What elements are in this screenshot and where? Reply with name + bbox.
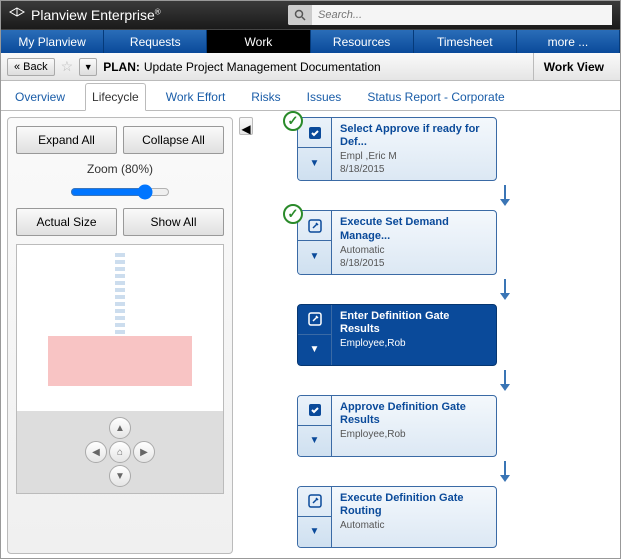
expand-node-button[interactable]: ▼: [298, 426, 331, 456]
card-title: Select Approve if ready for Def...: [340, 123, 488, 149]
checkbox-icon[interactable]: [298, 396, 331, 426]
card-title: Approve Definition Gate Results: [340, 401, 488, 427]
sub-bar: « Back ☆ ▼ PLAN: Update Project Manageme…: [1, 53, 620, 81]
nav-resources[interactable]: Resources: [311, 30, 414, 53]
minimap-highlight[interactable]: [48, 336, 192, 386]
search-button[interactable]: [288, 5, 312, 25]
tab-status-report[interactable]: Status Report - Corporate: [361, 84, 510, 110]
card-body: Select Approve if ready for Def... Empl ,…: [332, 118, 496, 180]
minimap-viewport[interactable]: [17, 245, 223, 411]
planview-logo-icon: [9, 7, 25, 23]
lifecycle-node[interactable]: ✓▼Select Approve if ready for Def...Empl…: [283, 117, 614, 181]
lifecycle-card[interactable]: ▼ Select Approve if ready for Def... Empl …: [297, 117, 497, 181]
pan-right-button[interactable]: ▶: [133, 441, 155, 463]
chevron-down-icon: ▼: [310, 251, 320, 262]
card-body: Enter Definition Gate Results Employee,Ro…: [332, 305, 496, 365]
nav-requests[interactable]: Requests: [104, 30, 207, 53]
tab-lifecycle[interactable]: Lifecycle: [85, 83, 146, 111]
zoom-label: Zoom (80%): [16, 162, 224, 176]
side-panel: Expand All Collapse All Zoom (80%) Actua…: [7, 117, 233, 554]
main-nav: My Planview Requests Work Resources Time…: [1, 29, 620, 53]
tab-bar: Overview Lifecycle Work Effort Risks Iss…: [1, 81, 620, 111]
favorite-star-icon[interactable]: ☆: [61, 58, 74, 75]
minimap[interactable]: ▲ ◀ ⌂ ▶ ▼: [16, 244, 224, 494]
nav-timesheet[interactable]: Timesheet: [414, 30, 517, 53]
pan-home-button[interactable]: ⌂: [109, 441, 131, 463]
chevron-down-icon: ▼: [310, 435, 320, 446]
card-body: Execute Definition Gate Routing Automatic: [332, 487, 496, 547]
expand-all-button[interactable]: Expand All: [16, 126, 117, 154]
tab-risks[interactable]: Risks: [245, 84, 286, 110]
lifecycle-card[interactable]: ▼ Execute Set Demand Manage... Automatic 8/…: [297, 210, 497, 274]
minimap-nodes: [115, 253, 125, 337]
chevron-down-icon: ▼: [310, 344, 320, 355]
expand-node-button[interactable]: ▼: [298, 335, 331, 365]
lifecycle-card[interactable]: ▼ Execute Definition Gate Routing Automati…: [297, 486, 497, 548]
card-icon-column: ▼: [298, 396, 332, 456]
chevron-down-icon: ▼: [310, 158, 320, 169]
chevron-left-icon: ◀: [241, 122, 250, 136]
collapse-panel-handle[interactable]: ◀: [239, 117, 253, 135]
card-assignee: Employee,Rob: [340, 429, 488, 440]
zoom-slider[interactable]: [70, 184, 170, 200]
minimap-controls: ▲ ◀ ⌂ ▶ ▼: [17, 411, 223, 493]
card-date: 8/18/2015: [340, 258, 488, 269]
pan-up-button[interactable]: ▲: [109, 417, 131, 439]
back-button[interactable]: « Back: [7, 58, 55, 76]
plan-title: Update Project Management Documentation: [144, 60, 381, 74]
plan-dropdown-button[interactable]: ▼: [79, 58, 97, 76]
card-assignee: Automatic: [340, 520, 488, 531]
edit-icon[interactable]: [298, 211, 331, 241]
card-assignee: Employee,Rob: [340, 338, 488, 349]
tab-work-effort[interactable]: Work Effort: [160, 84, 232, 110]
chevron-down-icon: ▼: [310, 526, 320, 537]
lifecycle-card[interactable]: ▼ Enter Definition Gate Results Employee,R…: [297, 304, 497, 366]
search-input[interactable]: [312, 5, 612, 25]
search-icon: [294, 9, 306, 21]
lifecycle-node[interactable]: ▼ Execute Definition Gate Routing Automati…: [283, 486, 614, 548]
tab-overview[interactable]: Overview: [9, 84, 71, 110]
card-date: 8/18/2015: [340, 164, 488, 175]
content-area: Expand All Collapse All Zoom (80%) Actua…: [1, 111, 620, 560]
lifecycle-node[interactable]: ▼ Enter Definition Gate Results Employee,R…: [283, 304, 614, 366]
card-title: Enter Definition Gate Results: [340, 310, 488, 336]
lifecycle-card[interactable]: ▼ Approve Definition Gate Results Employee…: [297, 395, 497, 457]
show-all-button[interactable]: Show All: [123, 208, 224, 236]
actual-size-button[interactable]: Actual Size: [16, 208, 117, 236]
card-assignee: Empl ,Eric M: [340, 151, 488, 162]
card-assignee: Automatic: [340, 245, 488, 256]
work-view-label[interactable]: Work View: [533, 53, 614, 81]
expand-node-button[interactable]: ▼: [298, 517, 331, 547]
card-icon-column: ▼: [298, 211, 332, 273]
expand-node-button[interactable]: ▼: [298, 148, 331, 178]
expand-node-button[interactable]: ▼: [298, 241, 331, 271]
card-title: Execute Set Demand Manage...: [340, 216, 488, 242]
card-icon-column: ▼: [298, 118, 332, 180]
edit-icon[interactable]: [298, 487, 331, 517]
complete-badge-icon: ✓: [283, 111, 303, 131]
plan-prefix: PLAN:: [103, 60, 140, 74]
edit-icon[interactable]: [298, 305, 331, 335]
search-container: [288, 5, 612, 25]
card-title: Execute Definition Gate Routing: [340, 492, 488, 518]
lifecycle-node[interactable]: ✓▼Execute Set Demand Manage...Automatic8…: [283, 210, 614, 274]
pan-down-button[interactable]: ▼: [109, 465, 131, 487]
card-body: Execute Set Demand Manage... Automatic 8/1…: [332, 211, 496, 273]
lifecycle-node[interactable]: ▼ Approve Definition Gate Results Employee…: [283, 395, 614, 457]
nav-more[interactable]: more ...: [517, 30, 620, 53]
tab-issues[interactable]: Issues: [301, 84, 348, 110]
checkbox-icon[interactable]: [298, 118, 331, 148]
brand-name: Planview Enterprise®: [31, 7, 161, 23]
lifecycle-flow[interactable]: ✓ ▼ Select Approve if ready for Def... Empl…: [253, 111, 620, 560]
collapse-all-button[interactable]: Collapse All: [123, 126, 224, 154]
nav-my-planview[interactable]: My Planview: [1, 30, 104, 53]
top-bar: Planview Enterprise®: [1, 1, 620, 29]
card-icon-column: ▼: [298, 487, 332, 547]
card-body: Approve Definition Gate Results Employee,…: [332, 396, 496, 456]
nav-work[interactable]: Work: [207, 30, 310, 53]
card-icon-column: ▼: [298, 305, 332, 365]
pan-left-button[interactable]: ◀: [85, 441, 107, 463]
